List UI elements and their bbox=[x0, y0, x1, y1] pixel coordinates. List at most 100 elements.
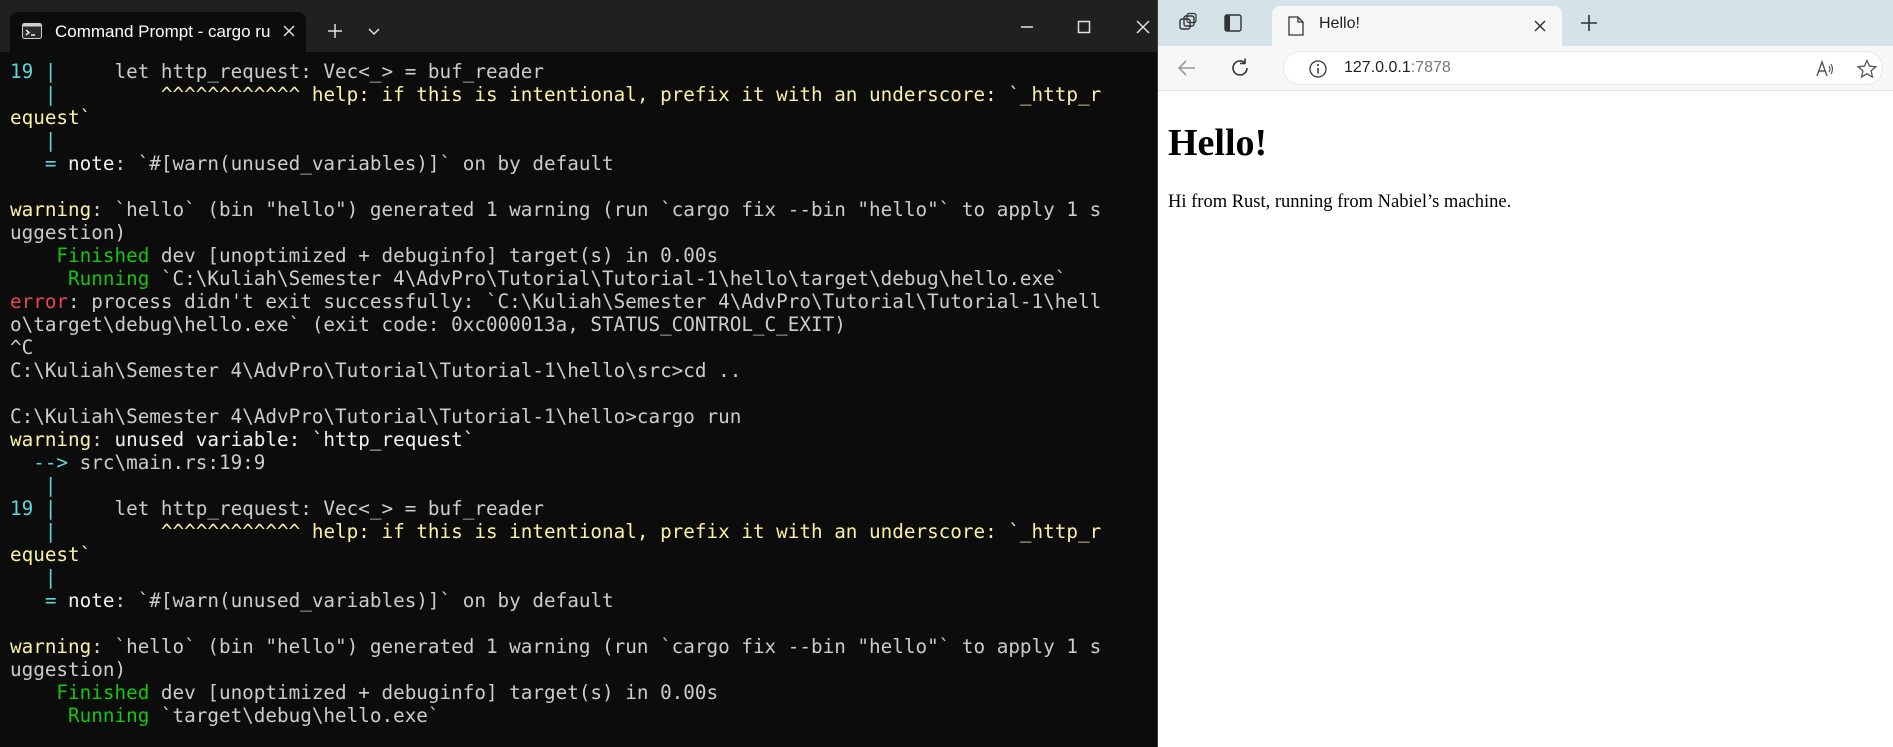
info-icon[interactable] bbox=[1308, 59, 1328, 79]
terminal-line: = note: `#[warn(unused_variables)]` on b… bbox=[10, 589, 1155, 612]
refresh-icon[interactable] bbox=[1228, 56, 1252, 80]
terminal-text: o\target\debug\hello.exe` (exit code: 0x… bbox=[10, 313, 846, 336]
address-bar[interactable]: 127.0.0.1:7878 bbox=[1283, 51, 1883, 85]
terminal-line: warning: unused variable: `http_request` bbox=[10, 428, 1155, 451]
minimize-icon[interactable] bbox=[1016, 16, 1038, 38]
page-paragraph: Hi from Rust, running from Nabiel’s mach… bbox=[1168, 192, 1512, 212]
terminal-line: C:\Kuliah\Semester 4\AdvPro\Tutorial\Tut… bbox=[10, 359, 1155, 382]
terminal-line: equest` bbox=[10, 106, 1155, 129]
terminal-text: C:\Kuliah\Semester 4\AdvPro\Tutorial\Tut… bbox=[10, 405, 742, 428]
terminal-text: | bbox=[10, 83, 161, 106]
terminal-text: | bbox=[10, 129, 57, 152]
terminal-text: ^^^^^^^^^^^^ help: if this is intentiona… bbox=[160, 520, 1102, 543]
browser-toolbar: 127.0.0.1:7878 bbox=[1158, 46, 1893, 91]
plus-icon[interactable] bbox=[1578, 12, 1600, 34]
terminal-text: Running bbox=[10, 267, 150, 290]
terminal-text: uggestion) bbox=[10, 221, 127, 244]
terminal-icon bbox=[22, 23, 42, 39]
terminal-text: = bbox=[10, 589, 69, 612]
terminal-text: : `#[warn(unused_variables)]` on by defa… bbox=[114, 589, 614, 612]
terminal-line: | bbox=[10, 474, 1155, 497]
terminal-text: `C:\Kuliah\Semester 4\AdvPro\Tutorial\Tu… bbox=[149, 267, 1067, 290]
terminal-text: dev [unoptimized + debuginfo] target(s) … bbox=[149, 244, 719, 267]
page-icon bbox=[1288, 16, 1304, 36]
terminal-tab-title: Command Prompt - cargo ru bbox=[55, 22, 271, 41]
terminal-line: error: process didn't exit successfully:… bbox=[10, 290, 1155, 313]
terminal-line: 19 | let http_request: Vec<_> = buf_read… bbox=[10, 60, 1155, 83]
terminal-text: equest` bbox=[10, 106, 92, 129]
terminal-line: | ^^^^^^^^^^^^ help: if this is intentio… bbox=[10, 520, 1155, 543]
tab-actions-icon[interactable] bbox=[1222, 12, 1244, 34]
terminal-text: Finished bbox=[10, 244, 150, 267]
browser-tab-title: Hello! bbox=[1319, 15, 1360, 32]
url-host: 127.0.0.1 bbox=[1344, 59, 1411, 76]
browser-tabstrip: Hello! bbox=[1158, 0, 1893, 46]
terminal-text: Running bbox=[10, 704, 150, 727]
terminal-text: | bbox=[10, 566, 57, 589]
terminal-text: let http_request: Vec<_> = buf_reader bbox=[114, 60, 544, 83]
read-aloud-icon[interactable] bbox=[1814, 58, 1836, 80]
close-icon[interactable] bbox=[278, 20, 300, 42]
terminal-line: ^C bbox=[10, 336, 1155, 359]
terminal-text: uggestion) bbox=[10, 658, 127, 681]
terminal-line: warning: `hello` (bin "hello") generated… bbox=[10, 198, 1155, 221]
terminal-line: Running `target\debug\hello.exe` bbox=[10, 704, 1155, 727]
terminal-line: Finished dev [unoptimized + debuginfo] t… bbox=[10, 244, 1155, 267]
terminal-text: note bbox=[68, 589, 115, 612]
terminal-output[interactable]: 19 | let http_request: Vec<_> = buf_read… bbox=[10, 60, 1155, 747]
terminal-line: 19 | let http_request: Vec<_> = buf_read… bbox=[10, 497, 1155, 520]
maximize-icon[interactable] bbox=[1073, 16, 1095, 38]
close-icon[interactable] bbox=[1530, 16, 1550, 36]
terminal-line: | bbox=[10, 566, 1155, 589]
terminal-text: : `hello` (bin "hello") generated 1 warn… bbox=[91, 635, 1102, 658]
terminal-line: o\target\debug\hello.exe` (exit code: 0x… bbox=[10, 313, 1155, 336]
terminal-text: warning bbox=[10, 428, 92, 451]
terminal-line: | ^^^^^^^^^^^^ help: if this is intentio… bbox=[10, 83, 1155, 106]
terminal-text: note bbox=[68, 152, 115, 175]
terminal-line: | bbox=[10, 129, 1155, 152]
url-text: 127.0.0.1:7878 bbox=[1344, 59, 1451, 77]
terminal-text: dev [unoptimized + debuginfo] target(s) … bbox=[149, 681, 719, 704]
workspaces-icon[interactable] bbox=[1177, 12, 1199, 34]
browser-tab[interactable]: Hello! bbox=[1272, 6, 1562, 46]
page-content: Hello! Hi from Rust, running from Nabiel… bbox=[1158, 91, 1893, 747]
terminal-text: | bbox=[10, 520, 161, 543]
chevron-down-icon[interactable] bbox=[365, 22, 383, 40]
terminal-window: Command Prompt - cargo ru 19 | let http_… bbox=[0, 0, 1157, 747]
terminal-titlebar: Command Prompt - cargo ru bbox=[0, 0, 1157, 52]
terminal-text: ^^^^^^^^^^^^ help: if this is intentiona… bbox=[160, 83, 1102, 106]
terminal-text: `target\debug\hello.exe` bbox=[149, 704, 440, 727]
terminal-line: uggestion) bbox=[10, 658, 1155, 681]
terminal-text: : bbox=[91, 428, 115, 451]
terminal-line: warning: `hello` (bin "hello") generated… bbox=[10, 635, 1155, 658]
terminal-text: warning bbox=[10, 198, 92, 221]
plus-icon[interactable] bbox=[324, 20, 346, 42]
terminal-text: ^C bbox=[10, 336, 34, 359]
terminal-line: Running `C:\Kuliah\Semester 4\AdvPro\Tut… bbox=[10, 267, 1155, 290]
terminal-text: : process didn't exit successfully: `C:\… bbox=[68, 290, 1102, 313]
terminal-text: : `#[warn(unused_variables)]` on by defa… bbox=[114, 152, 614, 175]
terminal-text: 19 | bbox=[10, 497, 115, 520]
terminal-text: warning bbox=[10, 635, 92, 658]
terminal-text: = bbox=[10, 152, 69, 175]
window-close-icon[interactable] bbox=[1132, 16, 1154, 38]
terminal-text: --> bbox=[10, 451, 80, 474]
browser-window: Hello! 127.0.0.1:7878 Hello! Hi from Rus… bbox=[1157, 0, 1893, 747]
terminal-text: error bbox=[10, 290, 69, 313]
terminal-line: = note: `#[warn(unused_variables)]` on b… bbox=[10, 152, 1155, 175]
terminal-text: equest` bbox=[10, 543, 92, 566]
terminal-text: 19 | bbox=[10, 60, 115, 83]
page-heading: Hello! bbox=[1168, 122, 1268, 164]
url-port: :7878 bbox=[1410, 59, 1451, 76]
terminal-line: --> src\main.rs:19:9 bbox=[10, 451, 1155, 474]
star-icon[interactable] bbox=[1856, 58, 1878, 80]
back-arrow-icon[interactable] bbox=[1175, 56, 1199, 80]
terminal-text: Finished bbox=[10, 681, 150, 704]
terminal-line: equest` bbox=[10, 543, 1155, 566]
terminal-text: unused variable: `http_request` bbox=[114, 428, 475, 451]
terminal-text: C:\Kuliah\Semester 4\AdvPro\Tutorial\Tut… bbox=[10, 359, 742, 382]
terminal-tab[interactable]: Command Prompt - cargo ru bbox=[10, 12, 306, 52]
